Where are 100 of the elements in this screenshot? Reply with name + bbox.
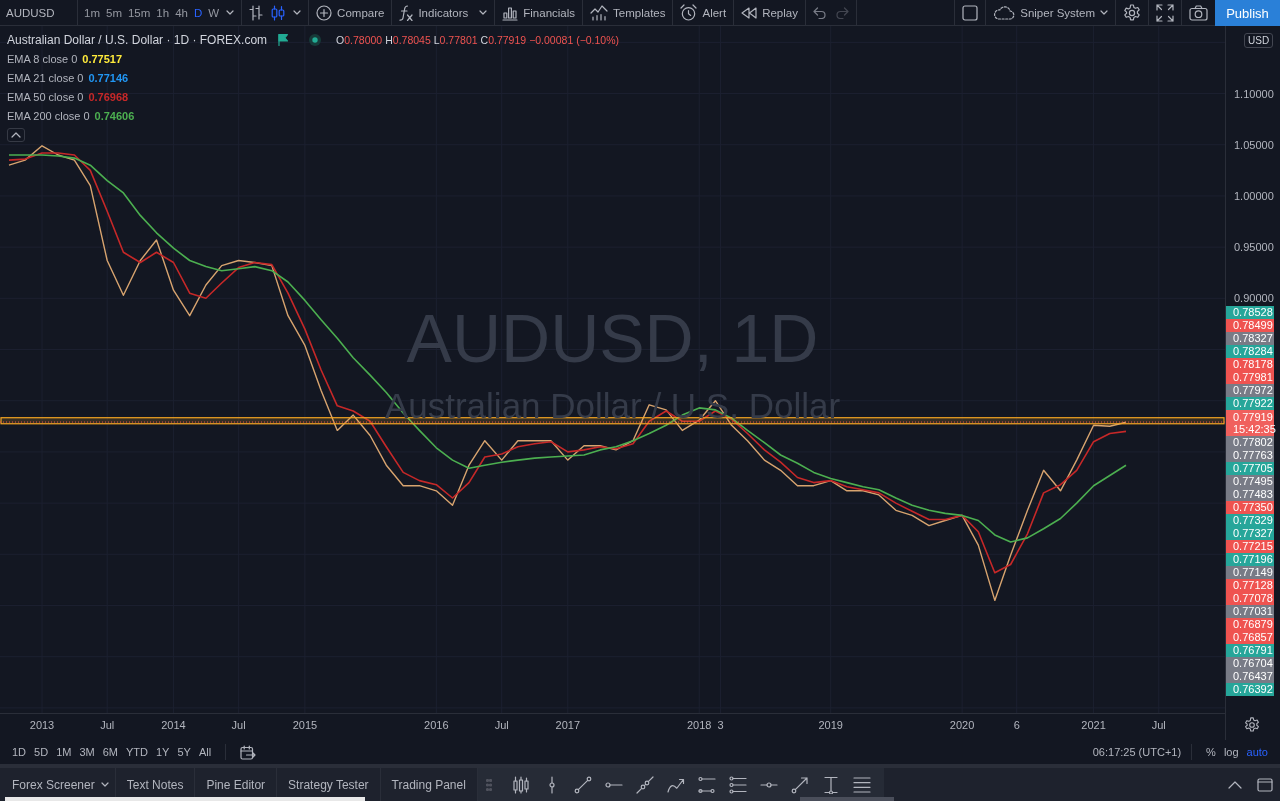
indicator-value: 0.77517 xyxy=(82,52,123,65)
axis-label: Jul xyxy=(231,719,246,731)
range-button[interactable]: 1Y xyxy=(151,743,174,761)
price-label: 0.77215 xyxy=(1226,540,1274,553)
price-label: 0.77495 xyxy=(1226,475,1274,488)
range-button[interactable]: 1M xyxy=(52,743,76,761)
candles-icon[interactable] xyxy=(271,4,286,21)
axis-label: 1.05000 xyxy=(1234,138,1274,151)
layout-button[interactable]: Sniper System xyxy=(989,1,1112,24)
price-label: 0.77802 xyxy=(1226,436,1274,449)
chevron-up-icon[interactable] xyxy=(1228,780,1242,789)
price-label: 0.77483 xyxy=(1226,488,1274,501)
templates-button[interactable]: Templates xyxy=(586,1,670,24)
settings-icon[interactable] xyxy=(1123,3,1141,22)
scale-button[interactable]: % xyxy=(1202,743,1220,761)
alert-button[interactable]: Alert xyxy=(676,1,731,24)
price-label: 0.76857 xyxy=(1226,631,1274,644)
price-label: 0.77196 xyxy=(1226,553,1274,566)
financials-button[interactable]: Financials xyxy=(498,1,580,24)
ohlc-value: L0.77801 xyxy=(433,34,478,46)
settings-icon[interactable] xyxy=(1244,717,1260,733)
range-button[interactable]: 3M xyxy=(75,743,99,761)
price-label: 0.77329 xyxy=(1226,514,1274,527)
square-icon[interactable] xyxy=(962,4,979,21)
axis-label: 2014 xyxy=(161,719,186,731)
symbol-title: Australian Dollar / U.S. Dollar · 1D · FOREX.com xyxy=(7,33,268,47)
range-button[interactable]: 5D xyxy=(30,743,53,761)
drag-handle-icon xyxy=(485,778,492,791)
indicator-value: 0.76968 xyxy=(88,90,129,103)
candles-icon[interactable] xyxy=(512,775,531,794)
scrollbar-thumb[interactable] xyxy=(800,797,894,801)
price-label: 0.77981 xyxy=(1226,371,1274,384)
compare-button[interactable]: Compare xyxy=(312,1,389,24)
price-label: 0.76791 xyxy=(1226,644,1274,657)
function-icon xyxy=(399,4,414,21)
price-label: 0.78284 xyxy=(1226,345,1274,358)
axis-label: 2015 xyxy=(292,719,318,731)
calendar-icon[interactable] xyxy=(240,744,257,760)
axis-label: 2021 xyxy=(1081,719,1106,731)
rewind-icon xyxy=(741,6,758,19)
arrow-icon[interactable] xyxy=(791,775,810,794)
extended-line-icon[interactable] xyxy=(636,775,655,794)
price-label: 0.77078 xyxy=(1226,592,1274,605)
indicators-button[interactable]: Indicators xyxy=(395,1,492,24)
camera-icon[interactable] xyxy=(1189,4,1208,21)
stacked-lines-icon[interactable] xyxy=(853,775,872,794)
range-button[interactable]: 1D xyxy=(8,743,31,761)
indicator-label: EMA 8 close 0 xyxy=(7,52,78,65)
price-label: 0.78178 xyxy=(1226,358,1274,371)
axis-label: Jul xyxy=(494,719,509,731)
scrollbar-thumb[interactable] xyxy=(5,797,365,801)
price-label: 0.78327 xyxy=(1226,332,1274,345)
caret-icon[interactable] xyxy=(293,10,302,15)
axis-label: 1.10000 xyxy=(1234,87,1274,100)
axis-label: Jul xyxy=(1151,719,1166,731)
price-label: 0.77350 xyxy=(1226,501,1274,514)
indicator-value: 0.77146 xyxy=(88,71,129,84)
price-label: 0.78499 xyxy=(1226,319,1274,332)
window-icon[interactable] xyxy=(1257,777,1273,792)
lines-icon[interactable] xyxy=(729,775,748,794)
interval-button[interactable]: W xyxy=(205,1,223,24)
interval-button[interactable]: 4h xyxy=(172,1,191,24)
interval-button[interactable]: 1h xyxy=(153,1,173,24)
price-label: 0.77128 xyxy=(1226,579,1274,592)
vertical-range-icon[interactable] xyxy=(822,775,841,794)
price-label: 0.77327 xyxy=(1226,527,1274,540)
interval-button[interactable]: 5m xyxy=(103,1,125,24)
axis-label: 2013 xyxy=(29,719,55,731)
axis-label: 6 xyxy=(1013,719,1020,731)
status-dot-icon xyxy=(309,34,322,46)
caret-icon[interactable] xyxy=(226,10,235,15)
price-label: 0.78528 xyxy=(1226,306,1274,319)
range-button[interactable]: All xyxy=(194,743,216,761)
interval-button[interactable]: 15m xyxy=(124,1,154,24)
symbol-button[interactable]: AUDUSD xyxy=(2,1,59,24)
currency-label[interactable]: USD xyxy=(1244,33,1274,48)
alarm-clock-icon xyxy=(680,4,698,21)
price-label: 0.77763 xyxy=(1226,449,1274,462)
scale-button[interactable]: log xyxy=(1219,743,1243,761)
price-label: 0.76392 xyxy=(1226,683,1274,696)
range-button[interactable]: 5Y xyxy=(173,743,195,761)
indicator-label: EMA 21 close 0 xyxy=(7,71,84,84)
range-button[interactable]: 6M xyxy=(98,743,122,761)
panel-tab[interactable]: Trading Panel xyxy=(380,768,478,801)
channel-icon[interactable] xyxy=(698,775,717,794)
range-button[interactable]: YTD xyxy=(121,743,152,761)
interval-button[interactable]: 1m xyxy=(81,1,103,24)
scale-button[interactable]: auto xyxy=(1242,743,1272,761)
interval-button[interactable]: D xyxy=(190,1,206,24)
price-label: 0.77922 xyxy=(1226,397,1274,410)
bars-icon[interactable] xyxy=(249,4,264,21)
fullscreen-icon[interactable] xyxy=(1156,3,1174,22)
trend-line-icon[interactable] xyxy=(574,775,593,794)
legend-toggle-button[interactable] xyxy=(7,128,25,142)
publish-button[interactable]: Publish xyxy=(1215,0,1280,26)
replay-button[interactable]: Replay xyxy=(737,1,802,24)
ohlc-value: H0.78045 xyxy=(385,34,431,46)
axis-label: 0.95000 xyxy=(1234,241,1274,254)
price-label: 0.76879 xyxy=(1226,618,1274,631)
undo-icon[interactable] xyxy=(812,6,827,19)
